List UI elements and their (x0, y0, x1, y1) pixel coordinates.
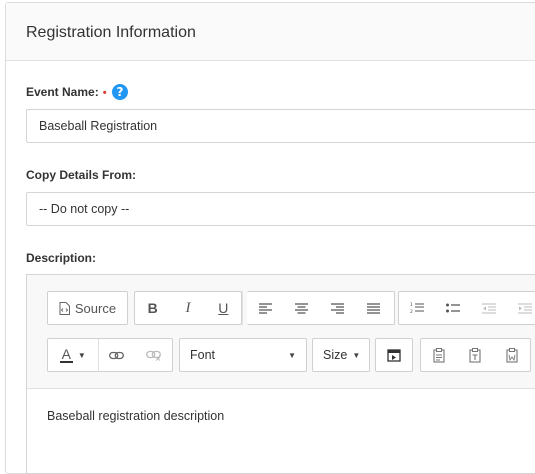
panel-title: Registration Information (26, 24, 196, 41)
align-left-icon (258, 302, 272, 314)
basic-styles-group: B I U (134, 291, 242, 325)
source-icon (59, 301, 70, 315)
required-indicator: • (102, 87, 107, 99)
bullet-list-icon (446, 303, 460, 312)
numbered-list-icon: 1 2 (410, 302, 424, 314)
copy-details-select[interactable]: -- Do not copy -- (26, 192, 535, 226)
size-select-label: Size (323, 348, 348, 362)
align-center-button[interactable] (283, 292, 319, 324)
event-name-input[interactable]: Baseball Registration (26, 109, 535, 143)
chevron-down-icon: ▼ (352, 350, 361, 360)
size-select[interactable]: Size ▼ (312, 338, 370, 372)
bullet-list-button[interactable] (435, 292, 471, 324)
align-group (247, 291, 395, 325)
copy-details-label: Copy Details From: (26, 168, 137, 182)
unlink-button[interactable] (135, 339, 172, 371)
media-icon (387, 349, 401, 362)
indent-icon (518, 302, 532, 314)
editor-content[interactable]: Baseball registration description (47, 409, 224, 423)
media-button[interactable] (376, 339, 412, 371)
description-editor: Source B I U 1 2 A ▼ Font ▼ Size ▼ Baseb… (26, 274, 535, 474)
toolbar-divider (242, 291, 243, 325)
justify-button[interactable] (355, 292, 391, 324)
paste-icon (433, 347, 445, 363)
text-color-icon: A (59, 346, 73, 363)
bold-button[interactable]: B (135, 292, 170, 324)
chevron-down-icon: ▼ (288, 350, 296, 360)
text-color-button[interactable]: A ▼ (48, 339, 98, 371)
description-label: Description: (26, 251, 97, 265)
justify-icon (366, 302, 380, 314)
outdent-icon (482, 302, 496, 314)
color-link-group: A ▼ (47, 338, 173, 372)
paste-word-icon (506, 347, 518, 363)
paste-word-button[interactable] (494, 339, 530, 371)
text-color-glyph: A (61, 346, 71, 362)
description-text: Baseball registration description (47, 409, 225, 423)
panel-header: Registration Information (6, 3, 535, 61)
copy-details-value: -- Do not copy -- (39, 202, 130, 216)
align-left-button[interactable] (247, 292, 283, 324)
indent-button[interactable] (507, 292, 535, 324)
source-label: Source (74, 300, 117, 316)
help-icon[interactable]: ? (112, 84, 128, 100)
font-select[interactable]: Font ▼ (179, 338, 307, 372)
unlink-icon (146, 350, 162, 361)
event-name-value: Baseball Registration (39, 119, 158, 133)
registration-panel: Registration Information Event Name: • ? … (5, 2, 535, 474)
paste-button[interactable] (421, 339, 457, 371)
outdent-button[interactable] (471, 292, 507, 324)
source-group: Source (47, 291, 128, 325)
align-right-icon (330, 302, 344, 314)
clipboard-group (420, 338, 531, 372)
numbered-list-button[interactable]: 1 2 (399, 292, 435, 324)
link-button[interactable] (99, 339, 136, 371)
paste-text-icon (469, 347, 482, 363)
list-group: 1 2 (398, 291, 535, 325)
chevron-down-icon: ▼ (77, 350, 86, 360)
event-name-label: Event Name: • (26, 85, 107, 99)
link-icon (109, 351, 125, 359)
event-name-label-text: Event Name: (26, 85, 99, 99)
italic-button[interactable]: I (170, 292, 205, 324)
svg-text:2: 2 (410, 309, 413, 314)
font-select-label: Font (190, 348, 216, 362)
align-center-icon (294, 302, 308, 314)
svg-text:1: 1 (410, 302, 413, 308)
underline-button[interactable]: U (206, 292, 241, 324)
align-right-button[interactable] (319, 292, 355, 324)
paste-text-button[interactable] (457, 339, 493, 371)
source-button[interactable]: Source (48, 292, 127, 324)
text-color-swatch (59, 361, 73, 363)
media-group (375, 338, 413, 372)
editor-toolbar: Source B I U 1 2 A ▼ Font ▼ Size ▼ (27, 275, 535, 389)
